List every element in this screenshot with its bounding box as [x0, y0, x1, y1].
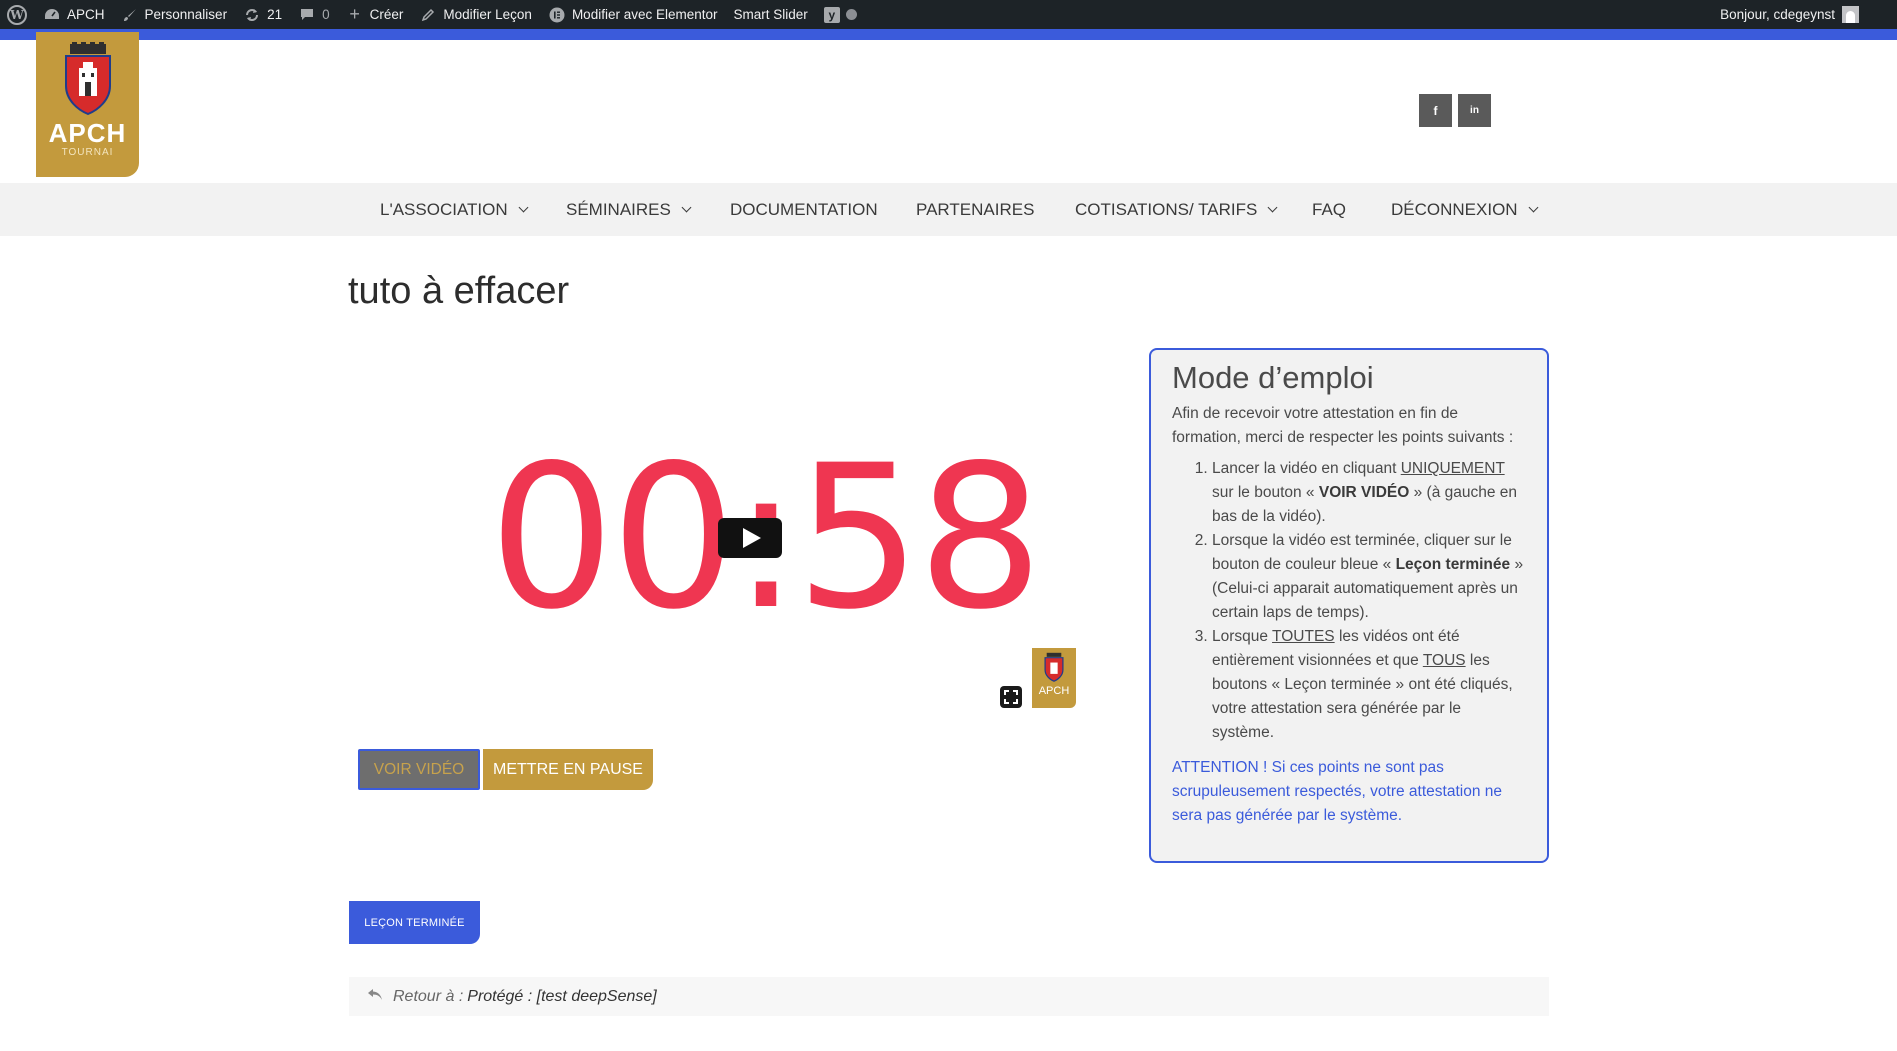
site-name-menu[interactable]: APCH	[35, 0, 113, 29]
nav-item-label: COTISATIONS/ TARIFS	[1075, 199, 1258, 219]
nav-item-label: SÉMINAIRES	[566, 199, 671, 219]
elementor-icon	[548, 6, 566, 24]
brush-icon	[121, 6, 139, 24]
smart-slider-menu[interactable]: Smart Slider	[726, 0, 816, 29]
play-button[interactable]	[718, 518, 782, 558]
instruction-item: Lorsque TOUTES les vidéos ont été entièr…	[1212, 625, 1527, 745]
new-content-label: Créer	[369, 7, 404, 22]
site-logo[interactable]: APCH TOURNAI	[36, 32, 139, 177]
new-content-menu[interactable]: + Créer	[338, 0, 412, 29]
instructions-panel: Mode d’emploi Afin de recevoir votre att…	[1149, 348, 1549, 863]
nav-item-label: DÉCONNEXION	[1391, 199, 1518, 219]
logo-subtitle: TOURNAI	[61, 147, 114, 158]
main-navigation: L'ASSOCIATION SÉMINAIRES DOCUMENTATION P…	[0, 183, 1897, 236]
pencil-icon	[419, 6, 437, 24]
nav-item-documentation[interactable]: DOCUMENTATION	[730, 183, 878, 236]
comment-icon	[298, 6, 316, 24]
linkedin-icon: in	[1470, 105, 1479, 116]
avatar	[1842, 6, 1859, 23]
nav-item-association[interactable]: L'ASSOCIATION	[380, 183, 529, 236]
chevron-down-icon	[1528, 202, 1539, 213]
nav-item-faq[interactable]: FAQ	[1312, 183, 1346, 236]
dashboard-icon	[43, 6, 61, 24]
nav-item-label: FAQ	[1312, 199, 1347, 219]
chevron-down-icon	[518, 202, 529, 213]
nav-item-seminaires[interactable]: SÉMINAIRES	[566, 183, 692, 236]
nav-item-partenaires[interactable]: PARTENAIRES	[916, 183, 1034, 236]
elementor-menu[interactable]: Modifier avec Elementor	[540, 0, 726, 29]
comments-count: 0	[322, 7, 330, 22]
back-to-course-bar: Retour à : Protégé : [test deepSense]	[349, 977, 1549, 1016]
panel-title: Mode d’emploi	[1172, 360, 1374, 395]
nav-item-label: L'ASSOCIATION	[380, 199, 508, 219]
wp-logo-menu[interactable]: W	[0, 0, 35, 29]
logo-title: APCH	[48, 118, 127, 148]
lesson-complete-button[interactable]: LEÇON TERMINÉE	[349, 901, 480, 944]
voir-video-button[interactable]: VOIR VIDÉO	[358, 749, 480, 790]
watermark-text: APCH	[1038, 685, 1070, 697]
retour-label: Retour à :	[393, 987, 464, 1005]
video-watermark-logo: APCH	[1032, 648, 1076, 708]
my-account-menu[interactable]: Bonjour, cdegeynst	[1720, 6, 1897, 23]
linkedin-button[interactable]: in	[1458, 94, 1491, 127]
customize-label: Personnaliser	[144, 7, 228, 22]
page-title: tuto à effacer	[348, 270, 570, 312]
smart-slider-label: Smart Slider	[733, 7, 808, 22]
facebook-button[interactable]: f	[1419, 94, 1452, 127]
countdown-minutes: 00	[488, 422, 737, 653]
wp-admin-bar: W APCH Personnaliser 21 0 + Créer Modifi…	[0, 0, 1897, 29]
yoast-menu[interactable]: y	[816, 0, 865, 29]
edit-lesson-label: Modifier Leçon	[443, 7, 532, 22]
seo-status-dot-icon	[845, 9, 857, 20]
attention-notice: ATTENTION ! Si ces points ne sont pas sc…	[1172, 759, 1502, 824]
site-name-label: APCH	[67, 7, 105, 22]
fullscreen-icon[interactable]	[1000, 686, 1022, 708]
facebook-icon: f	[1433, 103, 1438, 118]
retour-link[interactable]: Protégé : [test deepSense]	[467, 988, 656, 1006]
updates-count: 21	[267, 7, 283, 22]
fullscreen-glyph	[1004, 690, 1018, 704]
updates-menu[interactable]: 21	[235, 0, 290, 29]
header-accent-strip	[0, 29, 1897, 40]
crest-icon	[1044, 652, 1064, 682]
comments-menu[interactable]: 0	[290, 0, 338, 29]
updates-icon	[243, 6, 261, 24]
crest-icon	[64, 42, 111, 116]
instruction-item: Lorsque la vidéo est terminée, cliquer s…	[1212, 529, 1527, 625]
countdown-seconds: 58	[795, 422, 1043, 653]
chevron-down-icon	[1267, 202, 1278, 213]
greeting-label: Bonjour, cdegeynst	[1720, 7, 1835, 22]
play-icon	[743, 528, 761, 548]
nav-item-label: PARTENAIRES	[916, 199, 1035, 219]
customize-menu[interactable]: Personnaliser	[113, 0, 236, 29]
nav-item-deconnexion[interactable]: DÉCONNEXION	[1391, 183, 1539, 236]
wordpress-icon: W	[7, 4, 27, 25]
pause-button[interactable]: METTRE EN PAUSE	[483, 749, 653, 790]
elementor-label: Modifier avec Elementor	[571, 7, 718, 22]
panel-intro: Afin de recevoir votre attestation en fi…	[1172, 405, 1514, 446]
plus-icon: +	[349, 4, 360, 24]
edit-lesson-menu[interactable]: Modifier Leçon	[411, 0, 540, 29]
reply-arrow-icon	[367, 988, 383, 1006]
instructions-list: Lancer la vidéo en cliquant UNIQUEMENT s…	[1172, 457, 1527, 745]
nav-item-label: DOCUMENTATION	[730, 199, 878, 219]
yoast-icon: y	[823, 6, 840, 23]
chevron-down-icon	[681, 202, 692, 213]
instruction-item: Lancer la vidéo en cliquant UNIQUEMENT s…	[1212, 457, 1527, 529]
nav-item-cotisations[interactable]: COTISATIONS/ TARIFS	[1075, 183, 1278, 236]
